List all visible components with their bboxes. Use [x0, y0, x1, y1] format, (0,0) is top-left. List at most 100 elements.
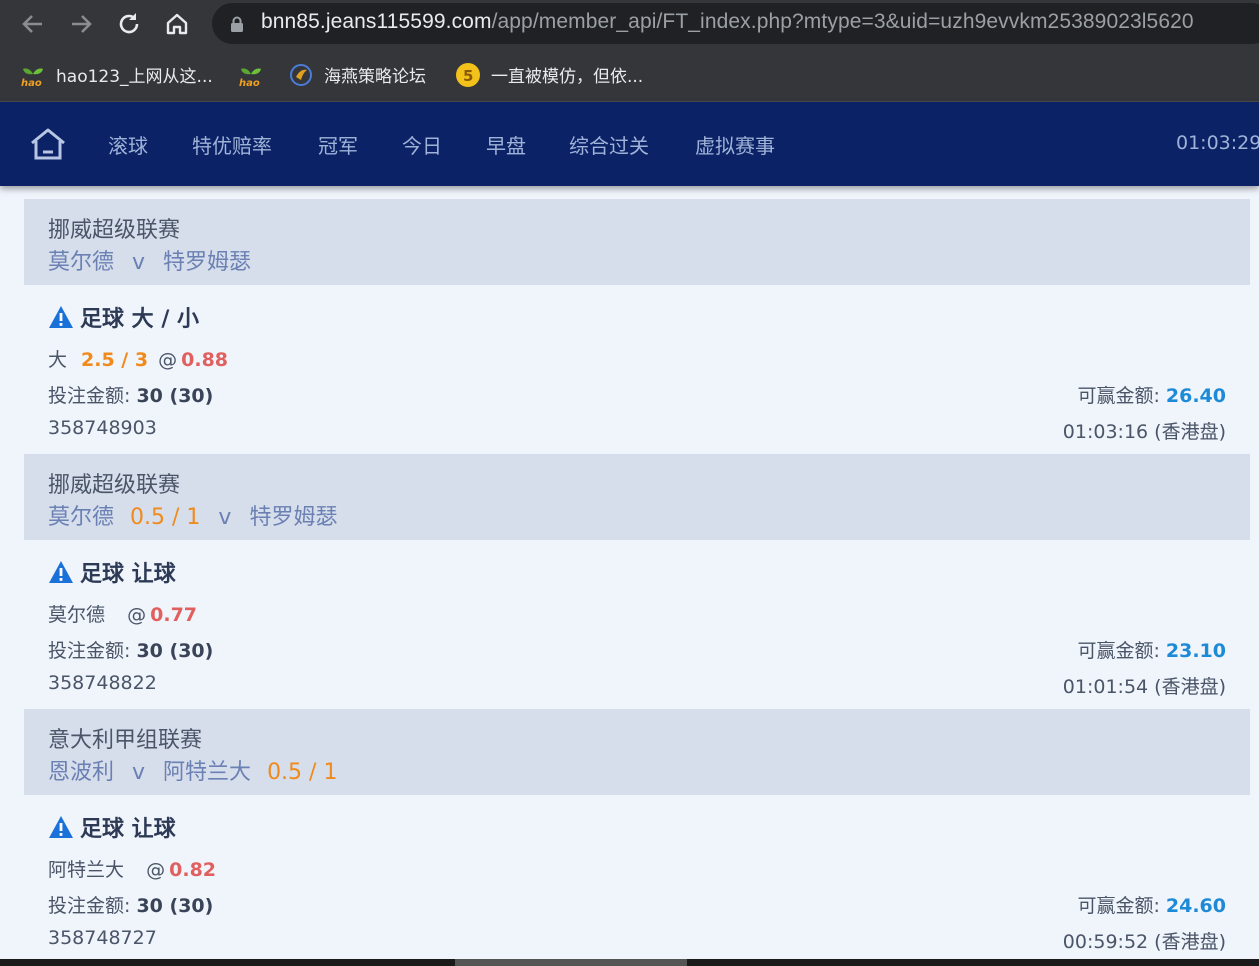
- away-team: 阿特兰大: [163, 760, 252, 785]
- league-name: 挪威超级联赛: [48, 473, 181, 498]
- selection: 莫尔德 @0.77: [48, 600, 197, 627]
- nav-item-parlay[interactable]: 综合过关: [569, 130, 649, 159]
- stake: 投注金额: 30 (30): [48, 381, 213, 408]
- nav-item-live[interactable]: 滚球: [108, 130, 148, 159]
- match-header: 意大利甲组联赛 恩波利 v 阿特兰大 0.5 / 1: [24, 709, 1250, 795]
- svg-text:5: 5: [463, 67, 473, 85]
- bookmark-label: 海燕策略论坛: [324, 67, 426, 87]
- win-label: 可赢金额:: [1077, 640, 1160, 662]
- stake: 投注金额: 30 (30): [48, 636, 213, 663]
- handicap: 0.5 / 1: [267, 760, 338, 785]
- match-header: 挪威超级联赛 莫尔德 0.5 / 1 v 特罗姆瑟: [24, 454, 1250, 540]
- stake-label: 投注金额:: [48, 895, 131, 917]
- match-teams: 莫尔德 v 特罗姆瑟: [48, 244, 251, 276]
- odds: 0.88: [181, 349, 229, 371]
- odds: 0.82: [169, 859, 217, 881]
- odds: 0.77: [150, 604, 198, 626]
- lock-icon: [231, 16, 243, 32]
- bet-details: 足球 让球 莫尔德 @0.77 投注金额: 30 (30) 可赢金额: 23.1…: [24, 540, 1250, 709]
- nav-item-virtual[interactable]: 虚拟赛事: [695, 130, 775, 159]
- win-label: 可赢金额:: [1077, 385, 1160, 407]
- win-value: 26.40: [1165, 385, 1226, 407]
- selection-name: 阿特兰大: [48, 859, 125, 881]
- horizontal-scrollbar[interactable]: [0, 959, 1259, 966]
- ticket-number: 358748903: [48, 417, 157, 439]
- browser-toolbar: bnn85.jeans115599.com/app/member_api/FT_…: [0, 0, 1259, 48]
- bookmark-imitated[interactable]: 5 一直被模仿，但依...: [455, 48, 643, 101]
- clock: 01:03:29: [1176, 132, 1259, 154]
- league-name: 挪威超级联赛: [48, 218, 181, 243]
- at-sign: @: [146, 859, 166, 881]
- bet-details: 足球 大 / 小 大 2.5 / 3 @0.88 投注金额: 30 (30) 可赢…: [24, 285, 1250, 454]
- home-team: 恩波利: [48, 760, 115, 785]
- match-teams: 莫尔德 0.5 / 1 v 特罗姆瑟: [48, 499, 337, 531]
- address-bar[interactable]: bnn85.jeans115599.com/app/member_api/FT_…: [212, 3, 1259, 44]
- nav-item-early[interactable]: 早盘: [486, 130, 526, 159]
- bookmark-haiyan-forum[interactable]: 海燕策略论坛: [288, 48, 426, 101]
- selection: 阿特兰大 @0.82: [48, 855, 216, 882]
- svg-text:hao: hao: [239, 78, 260, 88]
- selection-name: 莫尔德: [48, 604, 106, 626]
- selection: 大 2.5 / 3 @0.88: [48, 345, 228, 372]
- bet-type-label: 足球 让球: [80, 562, 176, 587]
- stake: 投注金额: 30 (30): [48, 891, 213, 918]
- bet-time: 01:03:16 (香港盘): [1062, 421, 1226, 443]
- at-sign: @: [127, 604, 147, 626]
- bet-type-label: 足球 让球: [80, 817, 176, 842]
- stake-value: 30 (30): [136, 895, 214, 917]
- match-teams: 恩波利 v 阿特兰大 0.5 / 1: [48, 754, 337, 786]
- back-button[interactable]: [16, 7, 50, 41]
- bet-card: 挪威超级联赛 莫尔德 0.5 / 1 v 特罗姆瑟 足球 让球 莫尔德 @0.77 投…: [24, 454, 1250, 709]
- bet-card: 意大利甲组联赛 恩波利 v 阿特兰大 0.5 / 1 足球 让球 阿特兰大 @0.82…: [24, 709, 1250, 964]
- bet-card: 挪威超级联赛 莫尔德 v 特罗姆瑟 足球 大 / 小 大 2.5 / 3 @0.88 …: [24, 199, 1250, 454]
- handicap: 0.5 / 1: [130, 505, 201, 530]
- stake-value: 30 (30): [136, 640, 214, 662]
- stake-label: 投注金额:: [48, 640, 131, 662]
- home-icon[interactable]: [28, 126, 68, 166]
- nav-item-today[interactable]: 今日: [402, 130, 442, 159]
- url-path: /app/member_api/FT_index.php?mtype=3&uid…: [491, 10, 1194, 33]
- versus: v: [132, 760, 146, 785]
- home-team: 莫尔德: [48, 250, 115, 275]
- selection-name: 大: [48, 349, 68, 371]
- bet-type: 足球 让球: [48, 811, 176, 843]
- forward-button[interactable]: [64, 7, 98, 41]
- url-host: bnn85.jeans115599.com: [261, 10, 492, 33]
- main-nav: 滚球 特优赔率 冠军 今日 早盘 综合过关 虚拟赛事 01:03:29: [0, 102, 1259, 186]
- home-team: 莫尔德: [48, 505, 115, 530]
- bet-type-label: 足球 大 / 小: [80, 307, 200, 332]
- url-text: bnn85.jeans115599.com/app/member_api/FT_…: [261, 10, 1194, 34]
- hao-logo-icon: hao: [238, 62, 264, 88]
- nav-item-special-odds[interactable]: 特优赔率: [192, 130, 272, 159]
- win-value: 23.10: [1165, 640, 1226, 662]
- bet-type: 足球 让球: [48, 556, 176, 588]
- bookmark-hao123[interactable]: hao hao123_上网从这...: [20, 48, 213, 101]
- away-team: 特罗姆瑟: [249, 505, 338, 530]
- versus: v: [218, 505, 232, 530]
- scrollbar-thumb[interactable]: [455, 959, 687, 966]
- reload-icon: [119, 13, 139, 34]
- potential-win: 可赢金额: 24.60: [1077, 891, 1226, 918]
- reload-button[interactable]: [112, 7, 146, 41]
- away-team: 特罗姆瑟: [163, 250, 252, 275]
- house-icon: [166, 13, 188, 35]
- selection-line: 2.5 / 3: [81, 349, 149, 371]
- potential-win: 可赢金额: 23.10: [1077, 636, 1226, 663]
- bookmark-label: 一直被模仿，但依...: [491, 67, 644, 87]
- bookmark-hao[interactable]: hao: [238, 48, 274, 101]
- bet-details: 足球 让球 阿特兰大 @0.82 投注金额: 30 (30) 可赢金额: 24.…: [24, 795, 1250, 964]
- warning-icon: [49, 816, 73, 838]
- warning-icon: [49, 561, 73, 583]
- stake-value: 30 (30): [136, 385, 214, 407]
- bookmark-label: hao123_上网从这...: [56, 67, 213, 87]
- arrow-left-icon: [22, 15, 42, 33]
- league-name: 意大利甲组联赛: [48, 728, 203, 753]
- ticket-number: 358748727: [48, 927, 157, 949]
- bookmarks-bar: hao hao123_上网从这... hao 海燕策略论坛 5 一直被模仿，但依…: [0, 48, 1259, 102]
- stake-label: 投注金额:: [48, 385, 131, 407]
- nav-item-champion[interactable]: 冠军: [318, 130, 358, 159]
- win-value: 24.60: [1165, 895, 1226, 917]
- bet-time: 01:01:54 (香港盘): [1062, 676, 1226, 698]
- home-button[interactable]: [160, 7, 194, 41]
- bet-type: 足球 大 / 小: [48, 301, 199, 333]
